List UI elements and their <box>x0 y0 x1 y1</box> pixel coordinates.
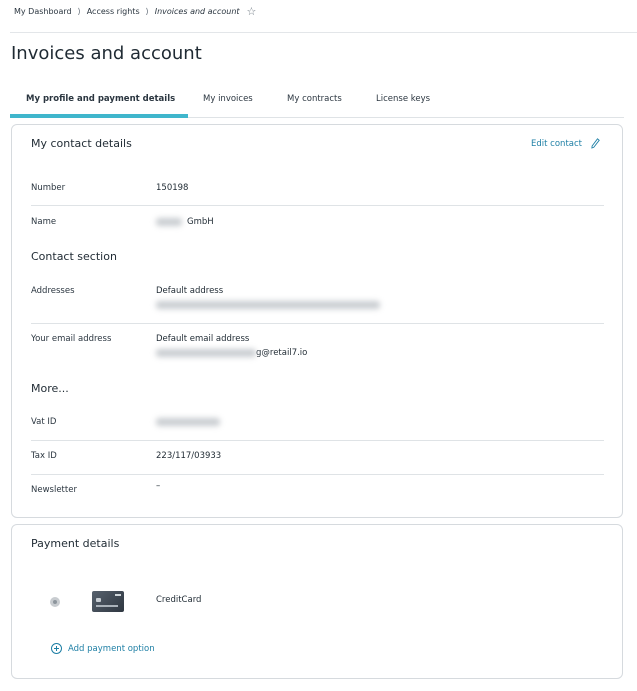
tab-license-keys[interactable]: License keys <box>376 94 430 104</box>
breadcrumb: My Dashboard ⟩ Access rights ⟩ Invoices … <box>14 4 256 18</box>
name-label: Name <box>31 217 57 227</box>
breadcrumb-separator: ⟩ <box>145 6 149 16</box>
plus-circle-icon <box>51 643 62 654</box>
contact-details-card: My contact details Edit contact Number 1… <box>11 124 623 518</box>
redacted-text <box>156 348 256 357</box>
redacted-text <box>156 217 182 226</box>
name-value: GmbH <box>187 217 214 227</box>
pencil-icon <box>591 138 600 149</box>
edit-contact-link[interactable]: Edit contact <box>531 138 600 149</box>
payment-details-card: Payment details CreditCard Add payment o… <box>11 524 623 679</box>
email-value: Default email address <box>156 334 250 344</box>
tab-invoices[interactable]: My invoices <box>203 94 253 104</box>
more-section-title: More... <box>31 382 69 395</box>
row-divider <box>31 474 604 475</box>
email-label: Your email address <box>31 334 112 344</box>
row-divider <box>31 205 604 206</box>
tax-id-label: Tax ID <box>31 451 57 461</box>
header-divider <box>10 32 637 33</box>
contact-details-title: My contact details <box>31 137 132 150</box>
tax-id-value: 223/117/03933 <box>156 451 222 461</box>
tab-contracts[interactable]: My contracts <box>287 94 342 104</box>
number-value: 150198 <box>156 183 189 193</box>
addresses-value: Default address <box>156 286 224 296</box>
row-divider <box>31 440 604 441</box>
credit-card-icon <box>92 591 124 612</box>
tab-bar: My profile and payment details My invoic… <box>10 90 624 118</box>
payment-details-title: Payment details <box>31 537 120 550</box>
newsletter-label: Newsletter <box>31 485 77 495</box>
number-label: Number <box>31 183 66 193</box>
email-row: g@retail7.io <box>156 348 307 358</box>
row-divider <box>31 323 604 324</box>
name-value-row: GmbH <box>156 217 214 227</box>
contact-section-title: Contact section <box>31 250 117 263</box>
email-address: g@retail7.io <box>256 348 308 358</box>
addresses-label: Addresses <box>31 286 75 296</box>
breadcrumb-separator: ⟩ <box>77 6 81 16</box>
add-payment-option-button[interactable]: Add payment option <box>51 643 155 654</box>
vat-id-value <box>156 417 220 427</box>
redacted-text <box>156 417 220 426</box>
breadcrumb-current: Invoices and account <box>154 6 240 16</box>
payment-method-label: CreditCard <box>156 595 202 605</box>
newsletter-value: – <box>156 481 161 491</box>
add-payment-option-label: Add payment option <box>68 643 155 654</box>
star-icon[interactable]: ☆ <box>247 6 257 17</box>
edit-contact-label: Edit contact <box>531 138 582 149</box>
tab-profile-payment[interactable]: My profile and payment details <box>26 94 175 104</box>
breadcrumb-my-dashboard[interactable]: My Dashboard <box>14 7 72 16</box>
address-redacted-row <box>156 300 380 310</box>
active-tab-indicator <box>10 114 188 118</box>
redacted-text <box>156 300 380 309</box>
breadcrumb-access-rights[interactable]: Access rights <box>87 7 140 16</box>
payment-method-radio[interactable] <box>50 597 60 607</box>
page-title: Invoices and account <box>11 43 202 64</box>
vat-id-label: Vat ID <box>31 417 57 427</box>
